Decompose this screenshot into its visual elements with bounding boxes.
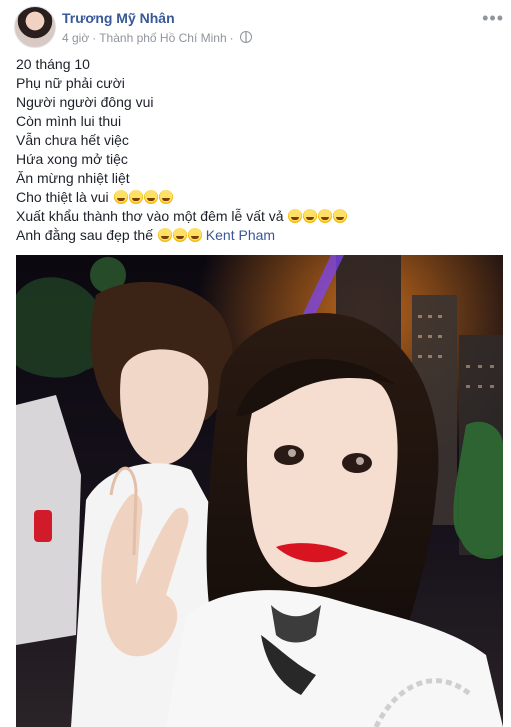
post-line: Vẫn chưa hết việc	[16, 132, 129, 148]
post-text: 20 tháng 10 Phụ nữ phải cười Người người…	[16, 55, 496, 245]
post-meta: 4 giờ · Thành phố Hồ Chí Minh ·	[62, 31, 252, 45]
more-options-icon[interactable]: •••	[482, 8, 504, 29]
hugging-emoji-icon	[172, 228, 187, 242]
laughing-emoji-icon	[158, 190, 173, 204]
laughing-emoji-icon	[143, 190, 158, 204]
laughing-emoji-icon	[333, 209, 348, 223]
post-line-with-mention: Anh đằng sau đẹp thế Kent Pham	[16, 226, 496, 245]
laughing-emoji-icon	[113, 190, 128, 204]
post-line: Phụ nữ phải cười	[16, 75, 125, 91]
mention-link[interactable]: Kent Pham	[206, 227, 275, 243]
post-line-with-emoji: Xuất khẩu thành thơ vào một đêm lễ vất v…	[16, 207, 496, 226]
selfie-illustration	[16, 255, 503, 727]
post-line-text: Anh đằng sau đẹp thế	[16, 227, 154, 243]
laughing-emoji-icon	[128, 190, 143, 204]
post-line: Hứa xong mở tiệc	[16, 151, 128, 167]
laughing-emoji-icon	[303, 209, 318, 223]
post-line: Ăn mừng nhiệt liệt	[16, 170, 130, 186]
post-line-text: Xuất khẩu thành thơ vào một đêm lễ vất v…	[16, 208, 284, 224]
globe-icon[interactable]	[239, 31, 252, 43]
post-time-link[interactable]: 4 giờ	[62, 31, 89, 45]
facebook-post: Trương Mỹ Nhân 4 giờ · Thành phố Hồ Chí Mi…	[0, 0, 511, 727]
avatar[interactable]	[14, 6, 56, 48]
post-line: 20 tháng 10	[16, 56, 90, 72]
post-line: Còn mình lui thui	[16, 113, 122, 129]
post-location-link[interactable]: Thành phố Hồ Chí Minh	[99, 31, 226, 45]
hugging-emoji-icon	[187, 228, 202, 242]
post-line-with-emoji: Cho thiệt là vui	[16, 188, 496, 207]
post-line: Người người đông vui	[16, 94, 154, 110]
author-name-link[interactable]: Trương Mỹ Nhân	[62, 10, 175, 26]
laughing-emoji-icon	[318, 209, 333, 223]
laughing-emoji-icon	[288, 209, 303, 223]
hugging-emoji-icon	[157, 228, 172, 242]
post-line-text: Cho thiệt là vui	[16, 189, 109, 205]
post-header: Trương Mỹ Nhân 4 giờ · Thành phố Hồ Chí Mi…	[14, 6, 504, 50]
post-photo[interactable]	[16, 255, 503, 727]
